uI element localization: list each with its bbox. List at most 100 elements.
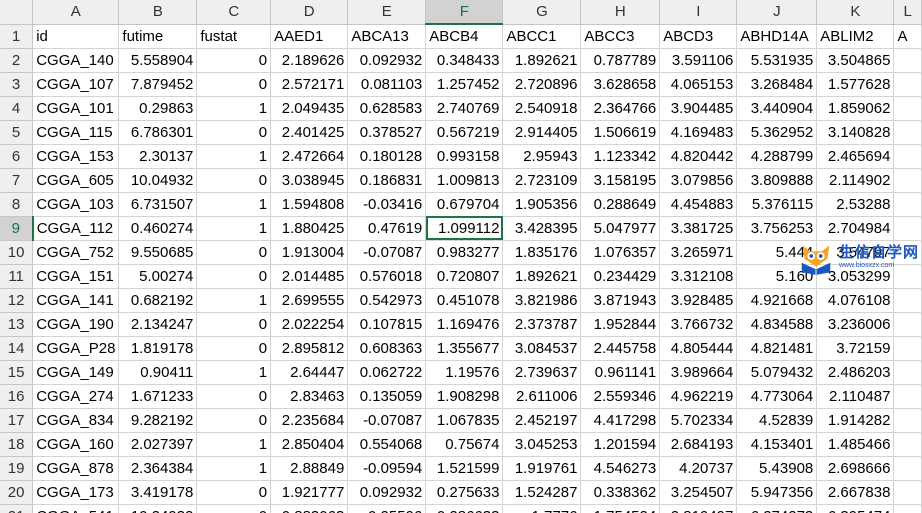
cell[interactable]: 1.859062	[816, 96, 895, 121]
cell[interactable]: CGGA_149	[32, 360, 120, 385]
cell[interactable]: 0	[196, 120, 272, 145]
cell[interactable]: 0	[196, 168, 272, 193]
cell[interactable]: 0.062722	[347, 360, 427, 385]
cell[interactable]: 3.766732	[659, 312, 738, 337]
cell[interactable]: 2.850404	[270, 432, 349, 457]
cell[interactable]: 1.671233	[118, 384, 198, 409]
cell[interactable]: -0.09594	[347, 456, 427, 481]
cell[interactable]: 3.821986	[502, 288, 582, 313]
cell[interactable]: 4.20737	[659, 456, 738, 481]
cell[interactable]: 1.355677	[425, 336, 504, 361]
cell[interactable]: 0.628583	[347, 96, 427, 121]
cell[interactable]: 1.880425	[270, 216, 349, 241]
cell[interactable]: 2.95943	[502, 144, 582, 169]
column-header-i[interactable]: I	[659, 0, 738, 25]
cell[interactable]: -0.07087	[347, 408, 427, 433]
row-header[interactable]: 13	[0, 312, 34, 337]
row-header[interactable]: 1	[0, 24, 34, 49]
cell[interactable]: CGGA_140	[32, 48, 120, 73]
cell[interactable]: 4.821481	[736, 336, 818, 361]
cell[interactable]: 0	[196, 336, 272, 361]
cell[interactable]: 1.908298	[425, 384, 504, 409]
cell[interactable]: 4.454883	[659, 192, 738, 217]
cell[interactable]: 0	[196, 72, 272, 97]
cell[interactable]: 3.038945	[270, 168, 349, 193]
cell[interactable]: 4.546273	[580, 456, 661, 481]
cell[interactable]: 1.257452	[425, 72, 504, 97]
cell[interactable]: 2.611006	[502, 384, 582, 409]
cell[interactable]: 4.962219	[659, 384, 738, 409]
cell[interactable]: 2.559346	[580, 384, 661, 409]
row-header[interactable]: 8	[0, 192, 34, 217]
cell[interactable]: 2.235684	[270, 408, 349, 433]
cell[interactable]: 1	[196, 432, 272, 457]
cell[interactable]: 0.460274	[118, 216, 198, 241]
row-header[interactable]: 11	[0, 264, 34, 289]
cell[interactable]: 5.558904	[118, 48, 198, 73]
cell[interactable]: 0.186831	[347, 168, 427, 193]
cell[interactable]: futime	[118, 24, 198, 49]
cell[interactable]: 5.362952	[736, 120, 818, 145]
cell[interactable]: 2.027397	[118, 432, 198, 457]
select-all-corner[interactable]	[0, 0, 34, 25]
cell[interactable]	[893, 432, 922, 457]
cell[interactable]: ABCC3	[580, 24, 661, 49]
cell[interactable]: 2.540918	[502, 96, 582, 121]
cell[interactable]	[893, 192, 922, 217]
cell[interactable]: CGGA_101	[32, 96, 120, 121]
cell[interactable]: CGGA_160	[32, 432, 120, 457]
cell[interactable]: 2.819497	[659, 504, 738, 513]
cell[interactable]: 4.065153	[659, 72, 738, 97]
cell[interactable]: 3.140828	[816, 120, 895, 145]
cell[interactable]: 1.919761	[502, 456, 582, 481]
cell[interactable]: 3.809888	[736, 168, 818, 193]
cell[interactable]: 4.169483	[659, 120, 738, 145]
cell[interactable]: 3.312108	[659, 264, 738, 289]
cell[interactable]: -0.07087	[347, 240, 427, 265]
cell[interactable]: CGGA_274	[32, 384, 120, 409]
cell[interactable]: CGGA_834	[32, 408, 120, 433]
cell[interactable]: 1.169476	[425, 312, 504, 337]
cell[interactable]	[893, 168, 922, 193]
cell[interactable]: 2.684193	[659, 432, 738, 457]
cell[interactable]: 1.524287	[502, 480, 582, 505]
cell[interactable]: 2.64447	[270, 360, 349, 385]
cell[interactable]: 3.428395	[502, 216, 582, 241]
cell[interactable]: id	[32, 24, 120, 49]
row-header[interactable]: 9	[0, 216, 34, 241]
cell[interactable]: 1.485466	[816, 432, 895, 457]
cell[interactable]	[893, 504, 922, 513]
cell[interactable]: 2.572171	[270, 72, 349, 97]
cell[interactable]: CGGA_P28	[32, 336, 120, 361]
column-header-k[interactable]: K	[816, 0, 895, 25]
cell[interactable]: 2.110487	[816, 384, 895, 409]
row-header[interactable]: 10	[0, 240, 34, 265]
cell[interactable]: 4.773064	[736, 384, 818, 409]
cell[interactable]: 9.550685	[118, 240, 198, 265]
cell[interactable]: CGGA_115	[32, 120, 120, 145]
cell[interactable]: 3.158195	[580, 168, 661, 193]
cell[interactable]: 4.076108	[816, 288, 895, 313]
cell[interactable]: CGGA_153	[32, 144, 120, 169]
cell[interactable]: 1.506619	[580, 120, 661, 145]
cell[interactable]: CGGA_103	[32, 192, 120, 217]
cell[interactable]: 1.009813	[425, 168, 504, 193]
cell[interactable]: 2.83463	[270, 384, 349, 409]
cell[interactable]: 0.451078	[425, 288, 504, 313]
cell[interactable]: 1	[196, 216, 272, 241]
cell[interactable]: 0.961141	[580, 360, 661, 385]
cell[interactable]	[893, 360, 922, 385]
cell[interactable]: 0.567219	[425, 120, 504, 145]
cell[interactable]: CGGA_112	[32, 216, 120, 241]
cell[interactable]: 3.265971	[659, 240, 738, 265]
column-header-a[interactable]: A	[32, 0, 120, 25]
cell[interactable]: 0.542973	[347, 288, 427, 313]
cell[interactable]: 1.076357	[580, 240, 661, 265]
column-header-h[interactable]: H	[580, 0, 661, 25]
cell[interactable]: 1	[196, 96, 272, 121]
row-header[interactable]: 12	[0, 288, 34, 313]
row-header[interactable]: 3	[0, 72, 34, 97]
row-header[interactable]: 14	[0, 336, 34, 361]
row-header[interactable]: 19	[0, 456, 34, 481]
cell[interactable]	[893, 312, 922, 337]
